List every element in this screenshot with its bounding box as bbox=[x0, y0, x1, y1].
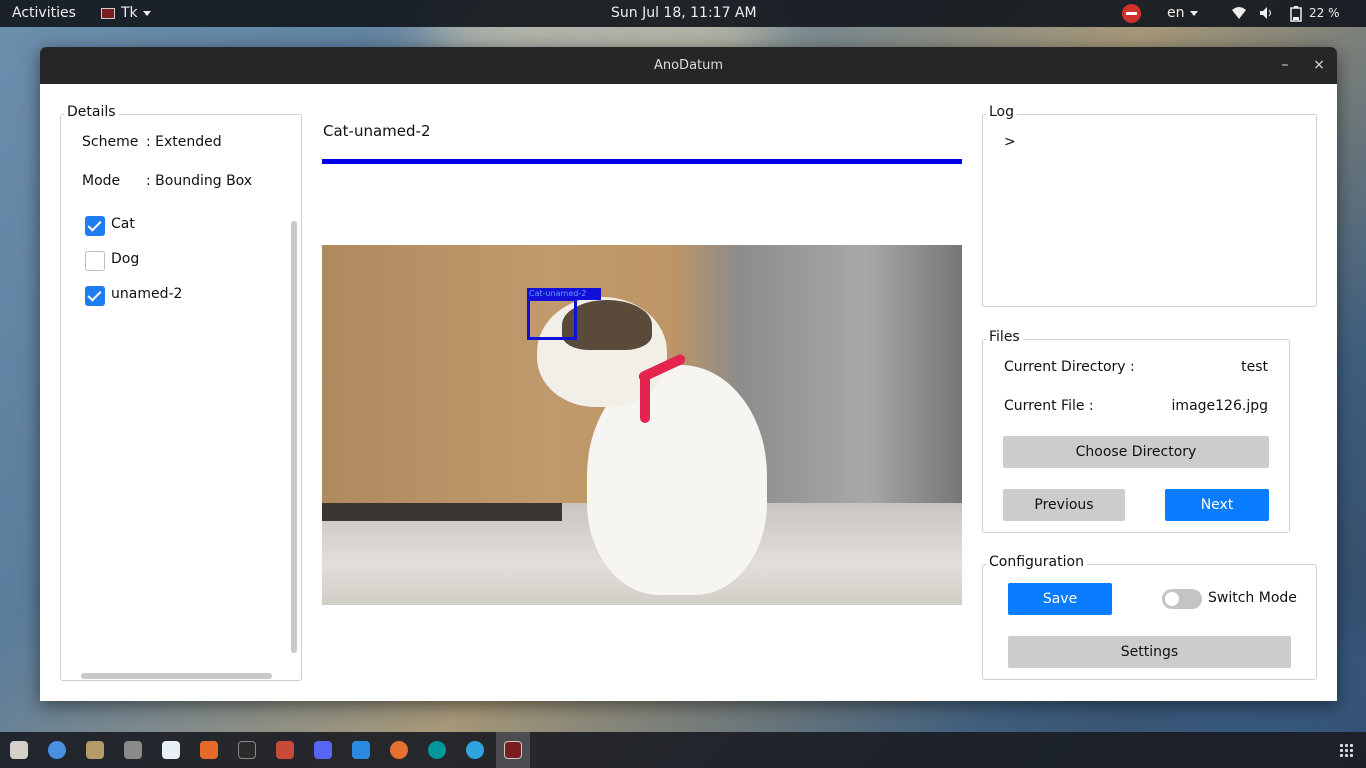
previous-button[interactable]: Previous bbox=[1003, 489, 1125, 521]
language-label: en bbox=[1167, 5, 1185, 21]
log-panel: Log > bbox=[982, 104, 1317, 307]
vscode-icon[interactable] bbox=[352, 741, 370, 759]
class-checkbox-unamed-2[interactable] bbox=[85, 286, 105, 306]
app-menu-label: Tk bbox=[121, 5, 138, 21]
class-checkbox-cat[interactable] bbox=[85, 216, 105, 236]
choose-directory-button[interactable]: Choose Directory bbox=[1003, 436, 1269, 468]
details-vertical-scrollbar[interactable] bbox=[291, 221, 297, 653]
annotation-image[interactable]: Cat-unamed-2 bbox=[322, 245, 962, 605]
log-prompt: > bbox=[1004, 134, 1016, 150]
chevron-down-icon bbox=[1189, 10, 1198, 16]
calculator-icon[interactable] bbox=[124, 741, 142, 759]
arduino-icon[interactable] bbox=[428, 741, 446, 759]
ubuntu-icon[interactable] bbox=[390, 741, 408, 759]
clock[interactable]: Sun Jul 18, 11:17 AM bbox=[611, 0, 757, 27]
files-panel: Files Current Directory : test Current F… bbox=[982, 329, 1290, 533]
progress-bar bbox=[322, 159, 962, 164]
class-label-cat: Cat bbox=[111, 216, 135, 232]
current-file-label: Current File : bbox=[1004, 398, 1094, 414]
class-label-dog: Dog bbox=[111, 251, 140, 267]
chromium-icon[interactable] bbox=[48, 741, 66, 759]
switch-mode-label: Switch Mode bbox=[1208, 590, 1297, 606]
switch-mode-toggle[interactable] bbox=[1162, 589, 1202, 609]
settings-tools-icon[interactable] bbox=[276, 741, 294, 759]
current-directory-value: test bbox=[1241, 359, 1268, 375]
terminal-icon[interactable] bbox=[238, 741, 256, 759]
current-file-value: image126.jpg bbox=[1171, 398, 1268, 414]
scheme-value: : Extended bbox=[146, 134, 222, 150]
bounding-box[interactable] bbox=[527, 298, 577, 340]
image-collar-tag bbox=[640, 373, 650, 423]
next-button[interactable]: Next bbox=[1165, 489, 1269, 521]
tk-app-icon[interactable] bbox=[504, 741, 522, 759]
gimp-icon[interactable] bbox=[86, 741, 104, 759]
scheme-label: Scheme bbox=[82, 134, 139, 150]
wifi-icon[interactable] bbox=[1232, 6, 1246, 20]
files-icon[interactable] bbox=[10, 741, 28, 759]
do-not-disturb-icon[interactable] bbox=[1122, 4, 1141, 23]
current-directory-label: Current Directory : bbox=[1004, 359, 1135, 375]
dock bbox=[0, 732, 1366, 768]
minimize-button[interactable]: – bbox=[1275, 47, 1295, 84]
gnome-top-bar: Activities Tk Sun Jul 18, 11:17 AM en 22… bbox=[0, 0, 1366, 27]
save-button[interactable]: Save bbox=[1008, 583, 1112, 615]
canvas-heading: Cat-unamed-2 bbox=[323, 122, 431, 140]
telegram-icon[interactable] bbox=[466, 741, 484, 759]
mode-value: : Bounding Box bbox=[146, 173, 253, 189]
activities-button[interactable]: Activities bbox=[12, 0, 76, 27]
close-button[interactable]: × bbox=[1309, 47, 1329, 84]
tk-app-icon bbox=[101, 7, 115, 19]
image-plinth bbox=[322, 503, 562, 521]
battery-percentage: 22 % bbox=[1309, 6, 1340, 20]
details-title: Details bbox=[64, 104, 119, 120]
class-label-unamed-2: unamed-2 bbox=[111, 286, 183, 302]
anodatum-window: AnoDatum – × Details Scheme : Extended M… bbox=[40, 47, 1337, 701]
configuration-title: Configuration bbox=[986, 554, 1087, 570]
volume-icon[interactable] bbox=[1259, 6, 1273, 20]
files-title: Files bbox=[986, 329, 1023, 345]
battery-icon[interactable] bbox=[1290, 6, 1304, 22]
language-menu[interactable]: en bbox=[1167, 0, 1198, 27]
window-titlebar[interactable]: AnoDatum – × bbox=[40, 47, 1337, 84]
chevron-down-icon bbox=[142, 10, 151, 16]
mode-label: Mode bbox=[82, 173, 121, 189]
class-checkbox-dog[interactable] bbox=[85, 251, 105, 271]
software-center-icon[interactable] bbox=[200, 741, 218, 759]
configuration-panel: Configuration Save Switch Mode Settings bbox=[982, 554, 1317, 680]
show-applications-icon[interactable] bbox=[1339, 743, 1353, 757]
app-menu[interactable]: Tk bbox=[101, 0, 151, 27]
window-title: AnoDatum bbox=[653, 58, 724, 73]
text-editor-icon[interactable] bbox=[162, 741, 180, 759]
log-title: Log bbox=[986, 104, 1018, 120]
details-horizontal-scrollbar[interactable] bbox=[81, 673, 272, 679]
discord-icon[interactable] bbox=[314, 741, 332, 759]
settings-button[interactable]: Settings bbox=[1008, 636, 1291, 668]
details-panel: Details Scheme : Extended Mode : Boundin… bbox=[60, 104, 302, 681]
